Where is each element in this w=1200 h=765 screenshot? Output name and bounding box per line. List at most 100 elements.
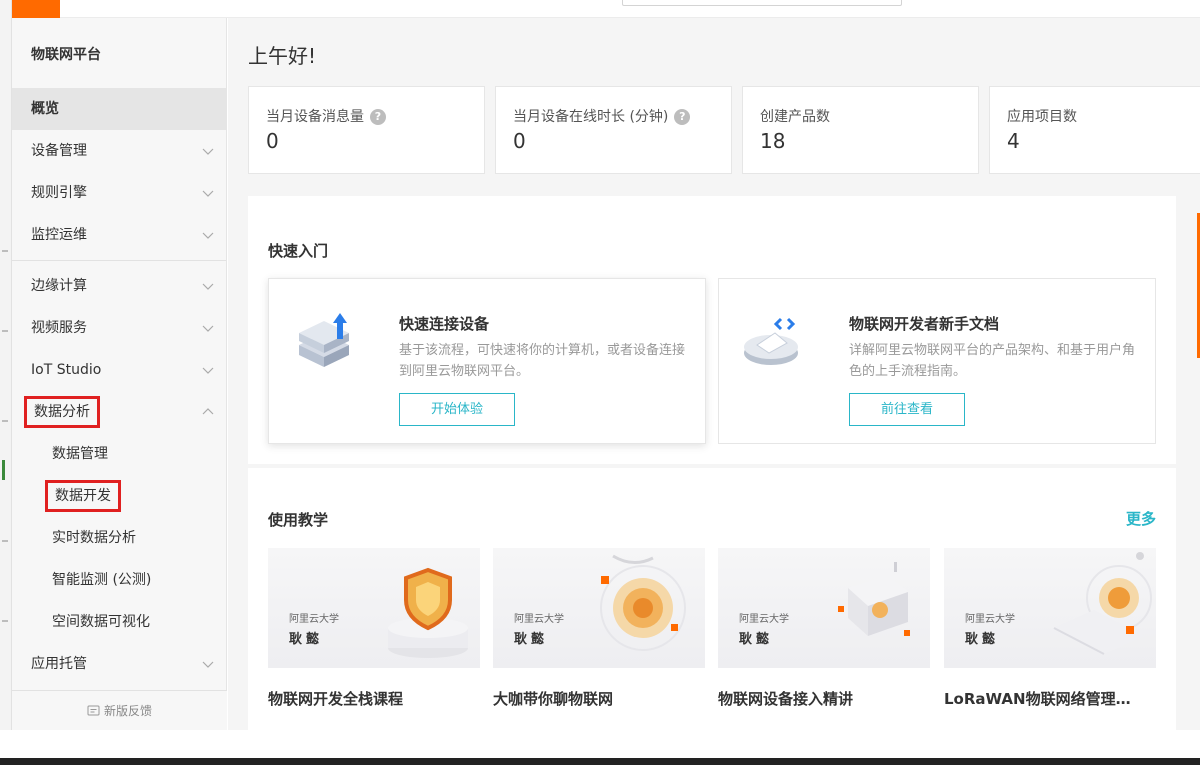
feedback-icon xyxy=(87,705,100,716)
quick-card-desc: 详解阿里云物联网平台的产品架构、和基于用户角色的上手流程指南。 xyxy=(849,343,1136,379)
page-greeting: 上午好! xyxy=(248,44,317,68)
tutorial-card[interactable]: 阿里云大学 耿懿 物联网设备接入精讲 xyxy=(718,548,930,709)
quick-card-title: 物联网开发者新手文档 xyxy=(849,315,1000,333)
sidebar-item-video-service[interactable]: 视频服务 xyxy=(12,307,226,349)
tutorial-thumbnail: 阿里云大学 耿懿 xyxy=(944,548,1156,668)
chevron-down-icon xyxy=(202,232,214,239)
quick-start-panel: 快速入门 快速连接设备 基于该流程，可快速将你的计算机，或者设备连接到阿里云物联… xyxy=(248,196,1176,464)
sidebar: 物联网平台 概览 设备管理 规则引擎 监控运维 边缘计算 视频服务 IoT St… xyxy=(12,18,227,730)
tutorial-title: 物联网设备接入精讲 xyxy=(718,690,854,708)
sidebar-item-label: 数据管理 xyxy=(52,446,108,462)
stat-card-online-duration: 当月设备在线时长 (分钟)? 0 xyxy=(495,86,732,174)
chevron-down-icon xyxy=(202,190,214,197)
sidebar-item-label: 设备管理 xyxy=(31,143,87,159)
stat-card-app-projects: 应用项目数 4 xyxy=(989,86,1200,174)
main-content: 上午好! 当月设备消息量? 0 当月设备在线时长 (分钟)? 0 创建产品数 1… xyxy=(228,18,1200,730)
start-experience-button[interactable]: 开始体验 xyxy=(399,393,515,426)
sidebar-item-label: 监控运维 xyxy=(31,227,87,243)
tutorial-author: 耿懿 xyxy=(514,632,549,647)
quick-card-desc: 基于该流程，可快速将你的计算机，或者设备连接到阿里云物联网平台。 xyxy=(399,343,686,379)
highlight-box: 数据开发 xyxy=(45,480,121,512)
sidebar-item-app-hosting[interactable]: 应用托管 xyxy=(12,643,226,685)
tutorials-panel: 使用教学 更多 阿里云大学 耿懿 物联网开发全栈课程 阿里云大学 耿懿 大咖带你… xyxy=(248,468,1176,730)
sidebar-divider xyxy=(12,260,226,261)
help-icon[interactable]: ? xyxy=(674,109,691,125)
stat-label: 创建产品数 xyxy=(760,109,830,125)
top-bar xyxy=(12,0,1200,18)
sidebar-item-label: 智能监测 (公测) xyxy=(52,572,152,588)
sidebar-title: 物联网平台 xyxy=(31,47,101,63)
sidebar-item-iot-studio[interactable]: IoT Studio xyxy=(12,349,226,391)
stat-value: 4 xyxy=(1007,129,1020,153)
tutorial-thumbnail: 阿里云大学 耿懿 xyxy=(268,548,480,668)
sidebar-item-label: IoT Studio xyxy=(31,362,102,378)
tutorials-title: 使用教学 xyxy=(268,511,329,529)
sidebar-item-edge-computing[interactable]: 边缘计算 xyxy=(12,265,226,307)
tutorial-title: 大咖带你聊物联网 xyxy=(493,690,614,708)
app-window: 物联网平台 概览 设备管理 规则引擎 监控运维 边缘计算 视频服务 IoT St… xyxy=(0,0,1200,765)
sidebar-subitem-data-management[interactable]: 数据管理 xyxy=(12,433,226,475)
sidebar-item-data-analysis[interactable]: 数据分析 xyxy=(12,391,226,433)
server-upload-icon xyxy=(299,313,349,367)
quick-card-title: 快速连接设备 xyxy=(399,315,490,333)
tutorial-card[interactable]: 阿里云大学 耿懿 大咖带你聊物联网 xyxy=(493,548,705,709)
sidebar-item-label: 数据分析 xyxy=(34,404,90,420)
tutorial-thumbnail: 阿里云大学 耿懿 xyxy=(493,548,705,668)
quick-start-title: 快速入门 xyxy=(268,242,329,260)
tutorial-author: 耿懿 xyxy=(965,632,1000,647)
orb-illustration xyxy=(600,554,686,651)
sidebar-item-label: 数据开发 xyxy=(55,488,111,504)
sidebar-item-monitoring-ops[interactable]: 监控运维 xyxy=(12,214,226,256)
sidebar-subitem-smart-monitoring[interactable]: 智能监测 (公测) xyxy=(12,559,226,601)
network-illustration xyxy=(1053,552,1152,655)
device-illustration xyxy=(838,562,910,636)
tutorial-thumbnail: 阿里云大学 耿懿 xyxy=(718,548,930,668)
chevron-down-icon xyxy=(202,283,214,290)
sidebar-subitem-realtime-analysis[interactable]: 实时数据分析 xyxy=(12,517,226,559)
tutorial-title: 物联网开发全栈课程 xyxy=(268,690,404,708)
sidebar-subitem-data-development[interactable]: 数据开发 xyxy=(12,475,226,517)
brand-logo-text[interactable] xyxy=(74,0,174,10)
feedback-label: 新版反馈 xyxy=(103,704,152,718)
help-icon[interactable]: ? xyxy=(370,109,386,125)
quick-card-connect-device[interactable]: 快速连接设备 基于该流程，可快速将你的计算机，或者设备连接到阿里云物联网平台。 … xyxy=(268,278,706,444)
tutorial-brand: 阿里云大学 xyxy=(289,614,339,625)
chevron-down-icon xyxy=(202,325,214,332)
sidebar-item-label: 空间数据可视化 xyxy=(52,614,150,630)
tutorial-card[interactable]: 阿里云大学 耿懿 物联网开发全栈课程 xyxy=(268,548,480,709)
tutorial-brand: 阿里云大学 xyxy=(739,614,789,625)
tutorial-brand: 阿里云大学 xyxy=(514,614,564,625)
brand-logo-block[interactable] xyxy=(12,0,60,18)
chevron-down-icon xyxy=(202,661,214,668)
stat-value: 0 xyxy=(513,129,526,153)
sidebar-item-label: 视频服务 xyxy=(31,320,87,336)
stat-value: 18 xyxy=(760,129,786,153)
tutorial-author: 耿懿 xyxy=(289,632,324,647)
docs-code-icon xyxy=(744,317,798,365)
stat-label: 应用项目数 xyxy=(1007,109,1077,125)
chevron-up-icon xyxy=(202,408,214,415)
chevron-down-icon xyxy=(202,367,214,374)
tutorial-card[interactable]: 阿里云大学 耿懿 LoRaWAN物联网络管理… xyxy=(944,548,1156,709)
left-edge-strip xyxy=(0,0,12,730)
sidebar-item-rule-engine[interactable]: 规则引擎 xyxy=(12,172,226,214)
quick-card-developer-docs[interactable]: 物联网开发者新手文档 详解阿里云物联网平台的产品架构、和基于用户角色的上手流程指… xyxy=(718,278,1156,444)
bottom-bar xyxy=(0,730,1200,758)
stat-value: 0 xyxy=(266,129,279,153)
stat-label: 当月设备消息量? xyxy=(266,106,386,126)
top-search-input[interactable] xyxy=(622,0,902,6)
more-link[interactable]: 更多 xyxy=(1126,508,1156,529)
sidebar-item-device-management[interactable]: 设备管理 xyxy=(12,130,226,172)
shield-illustration xyxy=(388,567,468,658)
sidebar-subitem-spatial-visualization[interactable]: 空间数据可视化 xyxy=(12,601,226,643)
view-docs-button[interactable]: 前往查看 xyxy=(849,393,965,426)
highlight-box: 数据分析 xyxy=(24,396,100,428)
sidebar-item-label: 规则引擎 xyxy=(31,185,87,201)
sidebar-item-overview[interactable]: 概览 xyxy=(12,88,226,130)
feedback-button[interactable]: 新版反馈 xyxy=(12,690,227,730)
tutorial-brand: 阿里云大学 xyxy=(965,614,1015,625)
tutorial-author: 耿懿 xyxy=(739,632,774,647)
sidebar-item-label: 应用托管 xyxy=(31,656,87,672)
stat-card-products-created: 创建产品数 18 xyxy=(742,86,979,174)
sidebar-item-label: 边缘计算 xyxy=(31,278,87,294)
